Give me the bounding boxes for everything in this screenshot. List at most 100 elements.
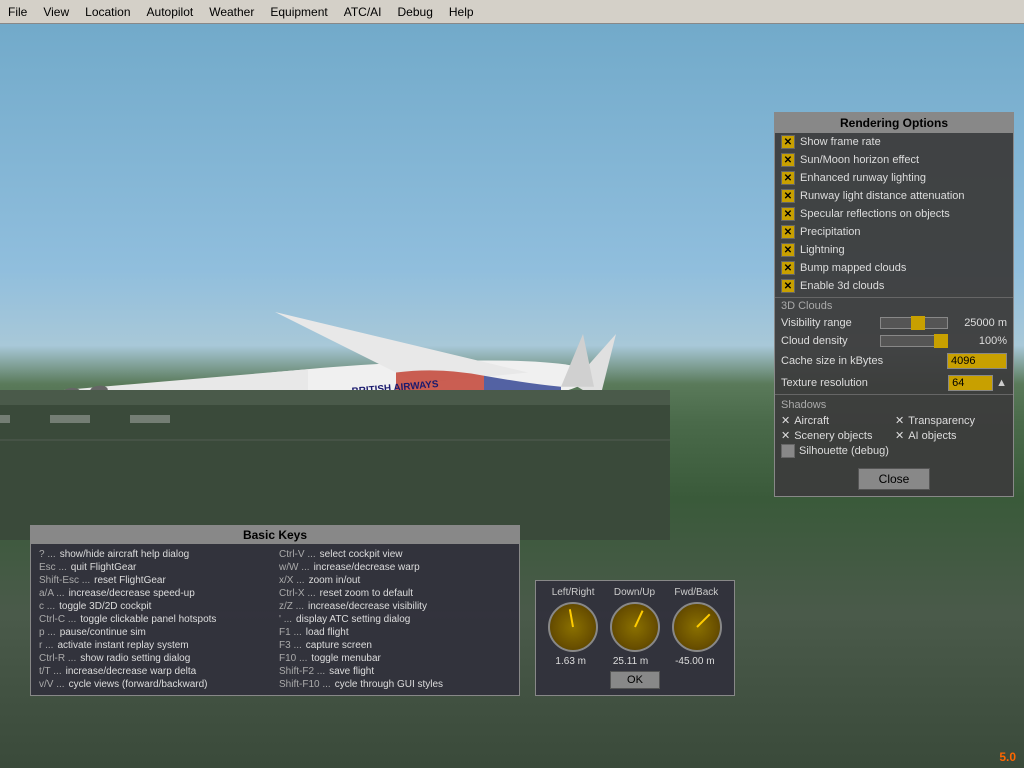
dial-header-left: Left/Right bbox=[552, 587, 595, 598]
menu-file[interactable]: File bbox=[0, 3, 35, 21]
cloud-density-label: Cloud density bbox=[781, 335, 876, 347]
shadow-silhouette[interactable]: Silhouette (debug) bbox=[781, 444, 893, 458]
checkbox-lightning[interactable]: ✕ bbox=[781, 243, 795, 257]
menu-debug[interactable]: Debug bbox=[390, 3, 441, 21]
option-specular[interactable]: ✕ Specular reflections on objects bbox=[775, 205, 1013, 223]
key-row: p ... pause/continue sim bbox=[35, 626, 275, 639]
basic-keys-title: Basic Keys bbox=[31, 526, 519, 544]
option-precipitation[interactable]: ✕ Precipitation bbox=[775, 223, 1013, 241]
texture-resolution-input[interactable] bbox=[948, 375, 993, 391]
key-row: F3 ... capture screen bbox=[275, 639, 515, 652]
option-sun-moon[interactable]: ✕ Sun/Moon horizon effect bbox=[775, 151, 1013, 169]
key-row: r ... activate instant replay system bbox=[35, 639, 275, 652]
key-row: Shift-F2 ... save flight bbox=[275, 665, 515, 678]
checkbox-show-frame-rate[interactable]: ✕ bbox=[781, 135, 795, 149]
key-row: a/A ... increase/decrease speed-up bbox=[35, 587, 275, 600]
keys-right-col: Ctrl-V ... select cockpit view w/W ... i… bbox=[275, 548, 515, 691]
key-row: ' ... display ATC setting dialog bbox=[275, 613, 515, 626]
cloud-density-value: 100% bbox=[952, 335, 1007, 347]
checkbox-aircraft-shadow[interactable]: ✕ bbox=[781, 414, 790, 427]
visibility-label: Visibility range bbox=[781, 317, 876, 329]
visibility-value: 25000 m bbox=[952, 317, 1007, 329]
checkbox-sun-moon[interactable]: ✕ bbox=[781, 153, 795, 167]
menu-help[interactable]: Help bbox=[441, 3, 482, 21]
menu-equipment[interactable]: Equipment bbox=[262, 3, 335, 21]
dials-row bbox=[542, 602, 728, 652]
checkbox-specular[interactable]: ✕ bbox=[781, 207, 795, 221]
menu-location[interactable]: Location bbox=[77, 3, 138, 21]
texture-resolution-label: Texture resolution bbox=[781, 377, 948, 389]
key-row: Ctrl-R ... show radio setting dialog bbox=[35, 652, 275, 665]
menu-atc[interactable]: ATC/AI bbox=[336, 3, 390, 21]
needle-left-right bbox=[569, 609, 574, 627]
shadow-scenery[interactable]: ✕ Scenery objects bbox=[781, 429, 893, 442]
texture-resolution-row: Texture resolution ▲ bbox=[775, 372, 1013, 394]
checkbox-ai-shadow[interactable]: ✕ bbox=[895, 429, 904, 442]
dial-left-right bbox=[548, 602, 598, 652]
checkbox-precipitation[interactable]: ✕ bbox=[781, 225, 795, 239]
menu-view[interactable]: View bbox=[35, 3, 77, 21]
dial-values: 1.63 m 25.11 m -45.00 m bbox=[542, 656, 728, 667]
option-enable-3d-clouds[interactable]: ✕ Enable 3d clouds bbox=[775, 277, 1013, 295]
aircraft-image: BRITISH AIRWAYS bbox=[0, 60, 670, 543]
checkbox-silhouette-shadow[interactable] bbox=[781, 444, 795, 458]
key-row: t/T ... increase/decrease warp delta bbox=[35, 665, 275, 678]
key-row: Ctrl-C ... toggle clickable panel hotspo… bbox=[35, 613, 275, 626]
shadow-ai[interactable]: ✕ AI objects bbox=[895, 429, 1007, 442]
keys-left-col: ? ... show/hide aircraft help dialog Esc… bbox=[35, 548, 275, 691]
shadows-section: Shadows ✕ Aircraft ✕ Transparency ✕ Scen… bbox=[775, 394, 1013, 462]
dial-value-down: 25.11 m bbox=[613, 656, 648, 667]
cloud-density-slider[interactable] bbox=[880, 335, 948, 347]
rendering-options-panel: Rendering Options ✕ Show frame rate ✕ Su… bbox=[774, 112, 1014, 497]
checkbox-transparency-shadow[interactable]: ✕ bbox=[895, 414, 904, 427]
shadows-label: Shadows bbox=[781, 399, 1007, 411]
option-bump-clouds[interactable]: ✕ Bump mapped clouds bbox=[775, 259, 1013, 277]
key-row: Ctrl-V ... select cockpit view bbox=[275, 548, 515, 561]
close-button[interactable]: Close bbox=[858, 468, 931, 490]
key-row: w/W ... increase/decrease warp bbox=[275, 561, 515, 574]
key-row: F1 ... load flight bbox=[275, 626, 515, 639]
cache-size-label: Cache size in kBytes bbox=[781, 355, 947, 367]
cache-size-row: Cache size in kBytes bbox=[775, 350, 1013, 372]
visibility-slider[interactable] bbox=[880, 317, 948, 329]
texture-res-arrow[interactable]: ▲ bbox=[996, 377, 1007, 389]
rendering-panel-title: Rendering Options bbox=[775, 113, 1013, 133]
visibility-row: Visibility range 25000 m bbox=[775, 314, 1013, 332]
key-row: v/V ... cycle views (forward/backward) bbox=[35, 678, 275, 691]
key-row: x/X ... zoom in/out bbox=[275, 574, 515, 587]
cloud-density-row: Cloud density 100% bbox=[775, 332, 1013, 350]
dial-fwd-back bbox=[672, 602, 722, 652]
option-enhanced-runway[interactable]: ✕ Enhanced runway lighting bbox=[775, 169, 1013, 187]
checkbox-scenery-shadow[interactable]: ✕ bbox=[781, 429, 790, 442]
menubar: File View Location Autopilot Weather Equ… bbox=[0, 0, 1024, 24]
key-row: Esc ... quit FlightGear bbox=[35, 561, 275, 574]
checkbox-bump-clouds[interactable]: ✕ bbox=[781, 261, 795, 275]
key-row: Shift-Esc ... reset FlightGear bbox=[35, 574, 275, 587]
dial-down-up bbox=[610, 602, 660, 652]
option-show-frame-rate[interactable]: ✕ Show frame rate bbox=[775, 133, 1013, 151]
menu-autopilot[interactable]: Autopilot bbox=[139, 3, 202, 21]
option-lightning[interactable]: ✕ Lightning bbox=[775, 241, 1013, 259]
key-row: Ctrl-X ... reset zoom to default bbox=[275, 587, 515, 600]
key-row: ? ... show/hide aircraft help dialog bbox=[35, 548, 275, 561]
key-row: c ... toggle 3D/2D cockpit bbox=[35, 600, 275, 613]
checkbox-enable-3d-clouds[interactable]: ✕ bbox=[781, 279, 795, 293]
needle-fwd-back bbox=[696, 614, 710, 628]
dial-header-down: Down/Up bbox=[614, 587, 655, 598]
key-row: Shift-F10 ... cycle through GUI styles bbox=[275, 678, 515, 691]
needle-down-up bbox=[634, 610, 643, 627]
key-row: z/Z ... increase/decrease visibility bbox=[275, 600, 515, 613]
menu-weather[interactable]: Weather bbox=[201, 3, 262, 21]
shadow-transparency[interactable]: ✕ Transparency bbox=[895, 414, 1007, 427]
dial-panel: Left/Right Down/Up Fwd/Back 1.63 m 25.11… bbox=[535, 580, 735, 696]
option-runway-distance[interactable]: ✕ Runway light distance attenuation bbox=[775, 187, 1013, 205]
dial-header-fwd: Fwd/Back bbox=[674, 587, 718, 598]
checkbox-runway-distance[interactable]: ✕ bbox=[781, 189, 795, 203]
cache-size-input[interactable] bbox=[947, 353, 1007, 369]
dial-header: Left/Right Down/Up Fwd/Back bbox=[542, 587, 728, 598]
dial-value-fwd: -45.00 m bbox=[675, 656, 714, 667]
key-row: F10 ... toggle menubar bbox=[275, 652, 515, 665]
shadow-aircraft[interactable]: ✕ Aircraft bbox=[781, 414, 893, 427]
checkbox-enhanced-runway[interactable]: ✕ bbox=[781, 171, 795, 185]
ok-button[interactable]: OK bbox=[610, 671, 660, 689]
